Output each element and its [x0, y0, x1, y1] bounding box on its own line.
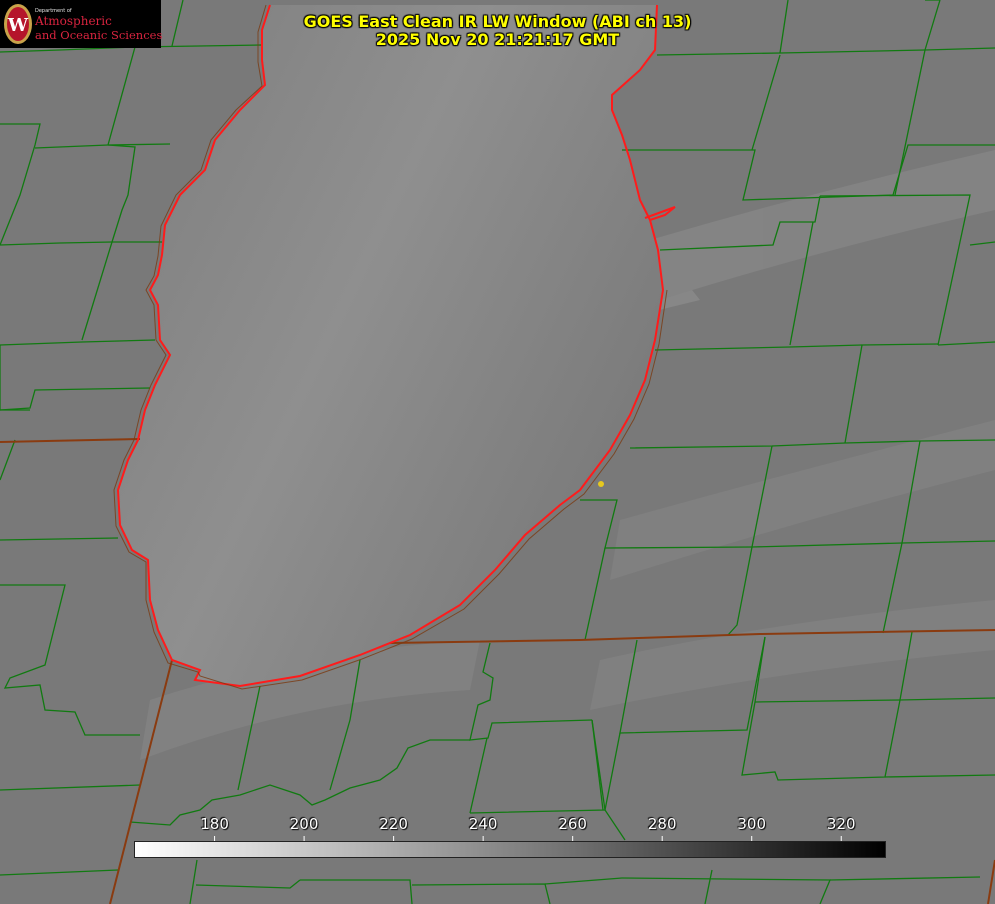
image-timestamp: 2025 Nov 20 21:21:17 GMT — [375, 30, 620, 49]
temperature-colorbar — [134, 841, 886, 858]
colorbar-tick-label: 200 — [289, 815, 319, 833]
colorbar-tick-label: 300 — [737, 815, 767, 833]
image-title: GOES East Clean IR LW Window (ABI ch 13) — [303, 12, 692, 31]
satellite-map — [0, 0, 995, 904]
colorbar-tick-label: 180 — [200, 815, 229, 833]
colorbar-tick-label: 240 — [468, 815, 498, 833]
colorbar-tick-label: 220 — [379, 815, 408, 833]
colorbar-tick-label: 320 — [826, 815, 856, 833]
location-marker — [598, 481, 604, 487]
colorbar-tick-label: 280 — [647, 815, 677, 833]
colorbar-tick-label: 260 — [558, 815, 587, 833]
